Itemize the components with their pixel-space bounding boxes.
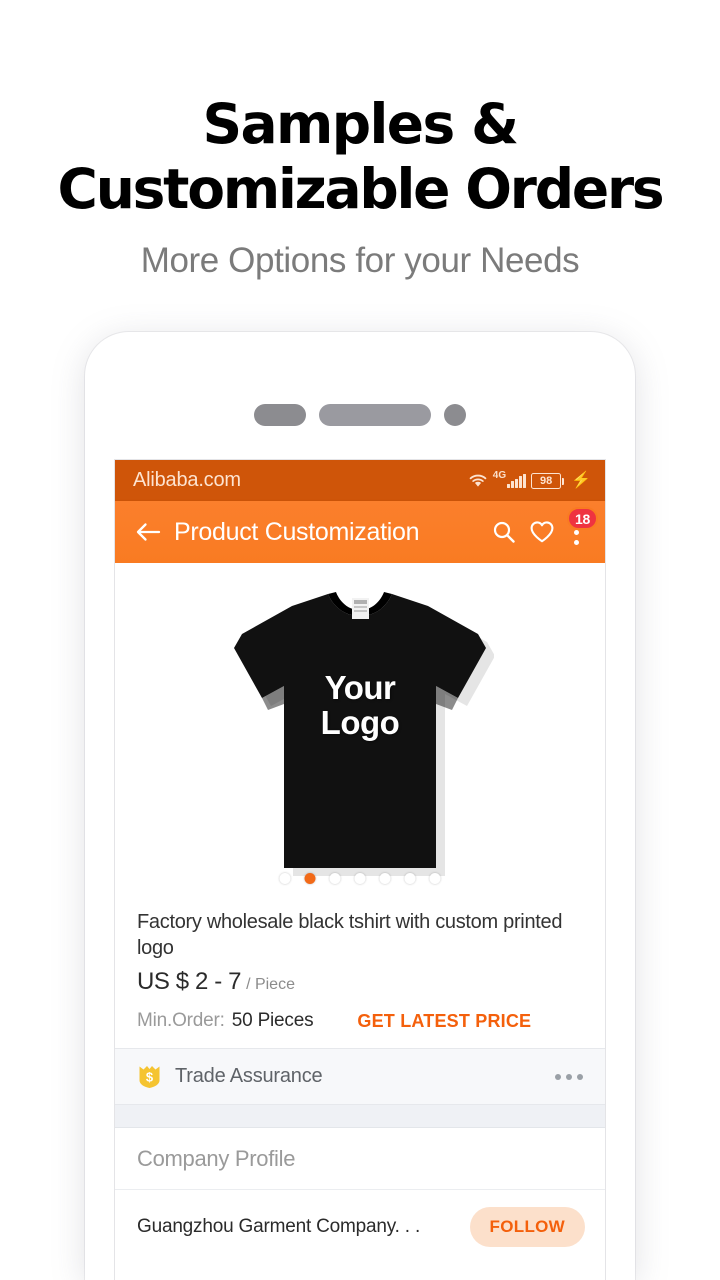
min-order-value: 50 Pieces bbox=[231, 1010, 314, 1032]
black-tshirt-image bbox=[115, 563, 605, 900]
notification-badge: 18 bbox=[567, 507, 598, 530]
lightning-bolt-icon: ⚡ bbox=[571, 471, 591, 489]
more-dot bbox=[566, 1073, 572, 1080]
status-bar: Alibaba.com 4G 98 ⚡ bbox=[115, 460, 605, 501]
battery-level-label: 98 bbox=[539, 474, 553, 487]
camera-icon bbox=[254, 404, 306, 426]
carousel-dot[interactable] bbox=[379, 873, 391, 884]
back-arrow-icon[interactable] bbox=[132, 516, 164, 548]
promo-page: Samples & Customizable Orders More Optio… bbox=[0, 0, 720, 1280]
carousel-dot[interactable] bbox=[404, 873, 416, 884]
heart-icon[interactable] bbox=[523, 513, 561, 551]
company-profile-header: Company Profile bbox=[115, 1128, 605, 1191]
overflow-dot bbox=[573, 539, 579, 545]
product-info: Factory wholesale black tshirt with cust… bbox=[115, 900, 605, 1049]
page-title: Samples & Customizable Orders bbox=[0, 0, 720, 222]
wifi-icon bbox=[468, 473, 488, 488]
carousel-dot[interactable] bbox=[279, 873, 291, 884]
carousel-dots[interactable] bbox=[279, 873, 441, 884]
speaker-grille-icon bbox=[319, 404, 431, 426]
network-indicator: 4G bbox=[493, 470, 527, 488]
promo-title-line2: Customizable Orders bbox=[57, 156, 665, 221]
promo-header: Samples & Customizable Orders More Optio… bbox=[0, 0, 720, 281]
carousel-dot[interactable] bbox=[354, 873, 366, 884]
promo-title-line1: Samples & bbox=[202, 92, 519, 156]
trade-assurance-shield-icon: $ bbox=[137, 1064, 161, 1090]
section-spacer bbox=[115, 1105, 605, 1129]
min-order-row: Min.Order: 50 Pieces GET LATEST PRICE bbox=[137, 1010, 583, 1032]
overflow-menu-icon[interactable]: 18 bbox=[561, 507, 598, 551]
phone-screen: Alibaba.com 4G 98 ⚡ Product Customizatio… bbox=[115, 460, 605, 1280]
overflow-dot bbox=[573, 529, 579, 535]
svg-text:$: $ bbox=[145, 1070, 153, 1085]
carousel-dot[interactable] bbox=[329, 873, 341, 884]
phone-mockup: Alibaba.com 4G 98 ⚡ Product Customizatio… bbox=[85, 332, 635, 1280]
more-dot bbox=[555, 1073, 561, 1080]
more-dots-icon[interactable] bbox=[555, 1073, 583, 1080]
product-price-unit: / Piece bbox=[246, 976, 295, 994]
carousel-dot[interactable] bbox=[429, 873, 441, 884]
signal-bars-icon bbox=[507, 473, 527, 488]
product-title: Factory wholesale black tshirt with cust… bbox=[137, 911, 563, 959]
carousel-dot-active[interactable] bbox=[304, 873, 316, 884]
promo-subtitle: More Options for your Needs bbox=[140, 240, 580, 280]
status-bar-icons: 4G 98 ⚡ bbox=[468, 470, 591, 489]
product-price-row: US $ 2 - 7 / Piece bbox=[137, 968, 583, 996]
search-icon[interactable] bbox=[485, 513, 523, 551]
follow-button[interactable]: FOLLOW bbox=[469, 1207, 585, 1248]
trade-assurance-row[interactable]: $ Trade Assurance bbox=[115, 1048, 605, 1106]
status-bar-brand: Alibaba.com bbox=[133, 469, 241, 491]
company-row[interactable]: Guangzhou Garment Company. . . FOLLOW bbox=[115, 1190, 605, 1265]
app-bar-title: Product Customization bbox=[174, 517, 420, 546]
product-gallery[interactable]: Your Logo bbox=[115, 563, 605, 900]
product-price: US $ 2 - 7 bbox=[137, 968, 242, 996]
company-profile-title: Company Profile bbox=[137, 1145, 296, 1171]
network-type-label: 4G bbox=[492, 469, 507, 481]
proximity-sensor-icon bbox=[444, 404, 466, 426]
min-order-label: Min.Order: bbox=[137, 1010, 225, 1032]
company-name: Guangzhou Garment Company. . . bbox=[137, 1216, 421, 1238]
app-bar: Product Customization 18 bbox=[115, 501, 605, 563]
battery-icon: 98 bbox=[531, 472, 565, 489]
phone-notch-row bbox=[85, 404, 635, 426]
get-latest-price-button[interactable]: GET LATEST PRICE bbox=[357, 1011, 531, 1032]
more-dot bbox=[577, 1073, 583, 1080]
trade-assurance-label: Trade Assurance bbox=[175, 1065, 323, 1088]
